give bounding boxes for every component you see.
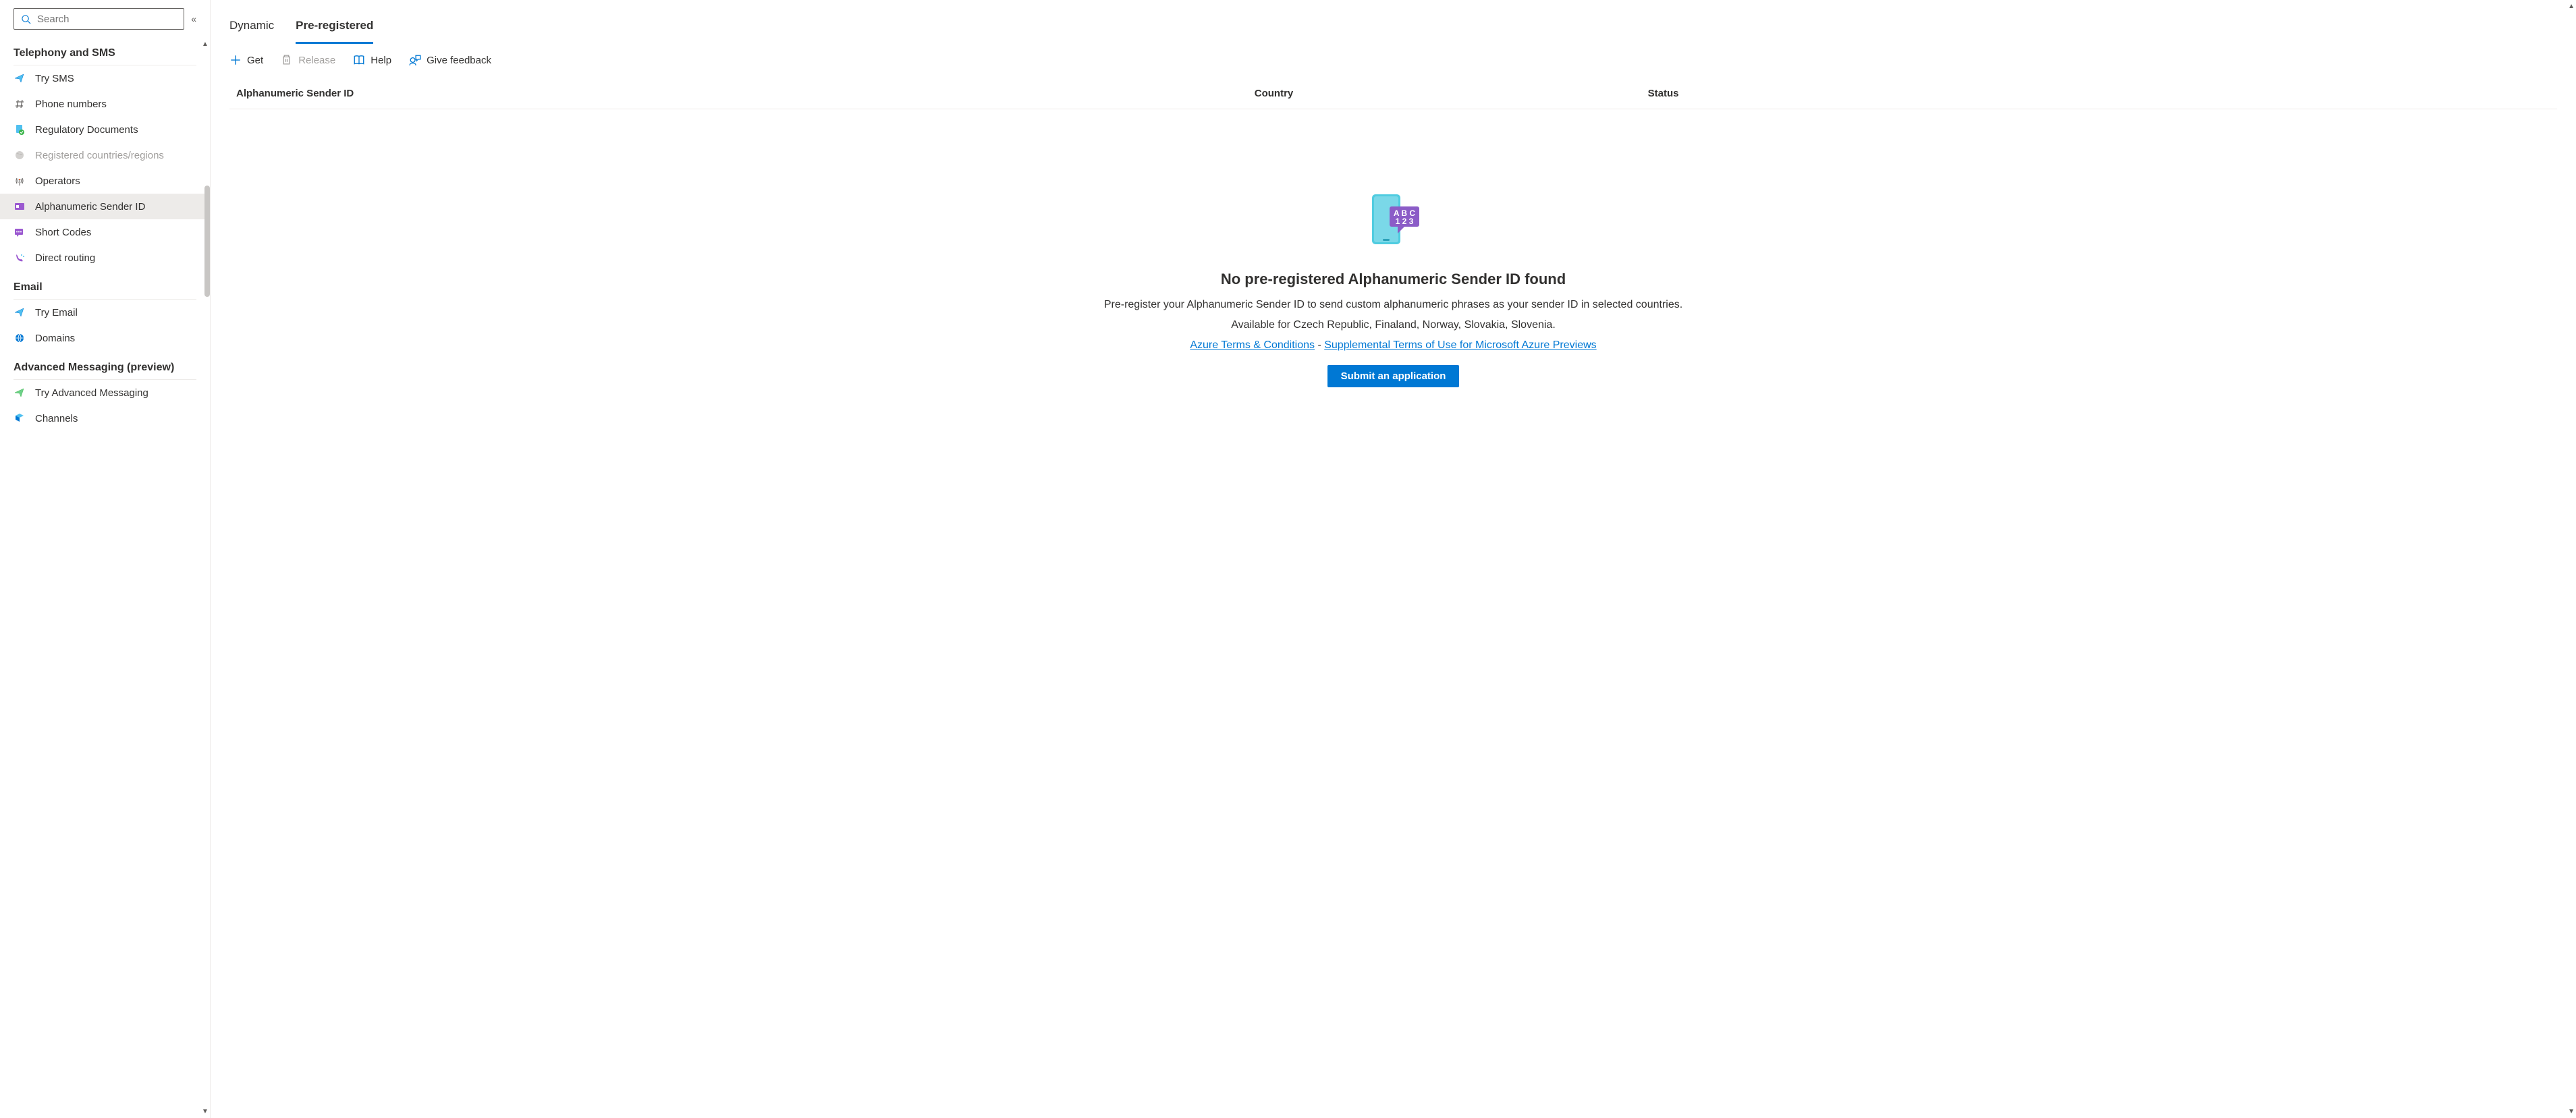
sidebar-item-phone-numbers[interactable]: Phone numbers [0,91,210,117]
scrollbar-down-arrow[interactable]: ▼ [200,1108,210,1115]
sidebar-item-operators[interactable]: Operators [0,168,210,194]
main-content: Dynamic Pre-registered Get Release Help … [211,0,2576,1118]
phone-route-icon [13,252,26,264]
sidebar-item-label: Alphanumeric Sender ID [35,201,145,213]
empty-illustration: A B C 1 2 3 [1364,190,1423,252]
sidebar-item-domains[interactable]: Domains [0,325,210,351]
main-scrollbar-down-arrow[interactable]: ▼ [2568,1108,2575,1115]
azure-terms-link[interactable]: Azure Terms & Conditions [1190,339,1315,351]
section-telephony-header: Telephony and SMS [0,36,210,65]
sidebar-item-label: Short Codes [35,227,91,238]
sidebar-item-label: Operators [35,175,80,187]
sidebar-item-label: Channels [35,413,78,424]
globe-icon [13,332,26,344]
sidebar-item-label: Direct routing [35,252,95,264]
sidebar-item-direct-routing[interactable]: Direct routing [0,245,210,271]
send-icon [13,306,26,318]
trash-icon [281,54,293,66]
section-email-header: Email [0,271,210,299]
give-feedback-button[interactable]: Give feedback [409,54,491,66]
toolbar-label: Help [371,55,391,66]
send-icon [13,387,26,399]
sidebar-item-label: Try Email [35,307,78,318]
sidebar: « Telephony and SMS Try SMS Phone number… [0,0,211,1118]
sidebar-item-regulatory-documents[interactable]: Regulatory Documents [0,117,210,142]
column-header-sender-id[interactable]: Alphanumeric Sender ID [236,88,1255,99]
scrollbar-up-arrow[interactable]: ▲ [200,40,210,48]
empty-state-availability: Available for Czech Republic, Finaland, … [1231,319,1556,331]
channels-icon [13,412,26,424]
sidebar-item-label: Registered countries/regions [35,150,164,161]
feedback-icon [409,54,421,66]
supplemental-terms-link[interactable]: Supplemental Terms of Use for Microsoft … [1324,339,1596,351]
sidebar-item-registered-countries: Registered countries/regions [0,142,210,168]
column-header-country[interactable]: Country [1255,88,1648,99]
sidebar-item-label: Try Advanced Messaging [35,387,148,399]
empty-state: A B C 1 2 3 No pre-registered Alphanumer… [229,109,2557,414]
svg-text:1 2 3: 1 2 3 [1395,217,1413,226]
sidebar-item-label: Phone numbers [35,99,107,110]
table-header-row: Alphanumeric Sender ID Country Status [229,78,2557,109]
sidebar-item-label: Domains [35,333,75,344]
toolbar-label: Release [298,55,335,66]
search-icon [20,13,32,25]
sidebar-item-label: Try SMS [35,73,74,84]
toolbar-label: Get [247,55,263,66]
hash-icon [13,98,26,110]
sidebar-item-label: Regulatory Documents [35,124,138,136]
get-button[interactable]: Get [229,54,263,66]
globe-icon [13,149,26,161]
id-badge-icon [13,200,26,213]
tabs: Dynamic Pre-registered [229,13,2557,45]
sidebar-item-alphanumeric-sender-id[interactable]: Alphanumeric Sender ID [0,194,210,219]
message-icon [13,226,26,238]
plus-icon [229,54,242,66]
search-box[interactable] [13,8,184,30]
sidebar-item-short-codes[interactable]: Short Codes [0,219,210,245]
document-check-icon [13,123,26,136]
search-input[interactable] [37,13,178,25]
scrollbar-thumb[interactable] [204,186,210,297]
help-button[interactable]: Help [353,54,391,66]
main-scrollbar-up-arrow[interactable]: ▲ [2568,3,2575,10]
submit-application-button[interactable]: Submit an application [1327,365,1460,387]
sidebar-item-try-advanced-messaging[interactable]: Try Advanced Messaging [0,380,210,406]
antenna-icon [13,175,26,187]
empty-state-links: Azure Terms & Conditions - Supplemental … [1190,339,1596,352]
empty-state-description: Pre-register your Alphanumeric Sender ID… [1104,299,1682,311]
toolbar-label: Give feedback [427,55,491,66]
tab-dynamic[interactable]: Dynamic [229,13,274,44]
send-icon [13,72,26,84]
toolbar: Get Release Help Give feedback [229,45,2557,78]
release-button: Release [281,54,335,66]
column-header-status[interactable]: Status [1648,88,2550,99]
link-separator: - [1315,339,1324,351]
section-advanced-messaging-header: Advanced Messaging (preview) [0,351,210,379]
collapse-sidebar-button[interactable]: « [191,13,196,24]
empty-state-title: No pre-registered Alphanumeric Sender ID… [1221,271,1566,288]
book-icon [353,54,365,66]
sidebar-item-channels[interactable]: Channels [0,406,210,431]
sidebar-item-try-email[interactable]: Try Email [0,300,210,325]
tab-pre-registered[interactable]: Pre-registered [296,13,373,44]
sidebar-item-try-sms[interactable]: Try SMS [0,65,210,91]
